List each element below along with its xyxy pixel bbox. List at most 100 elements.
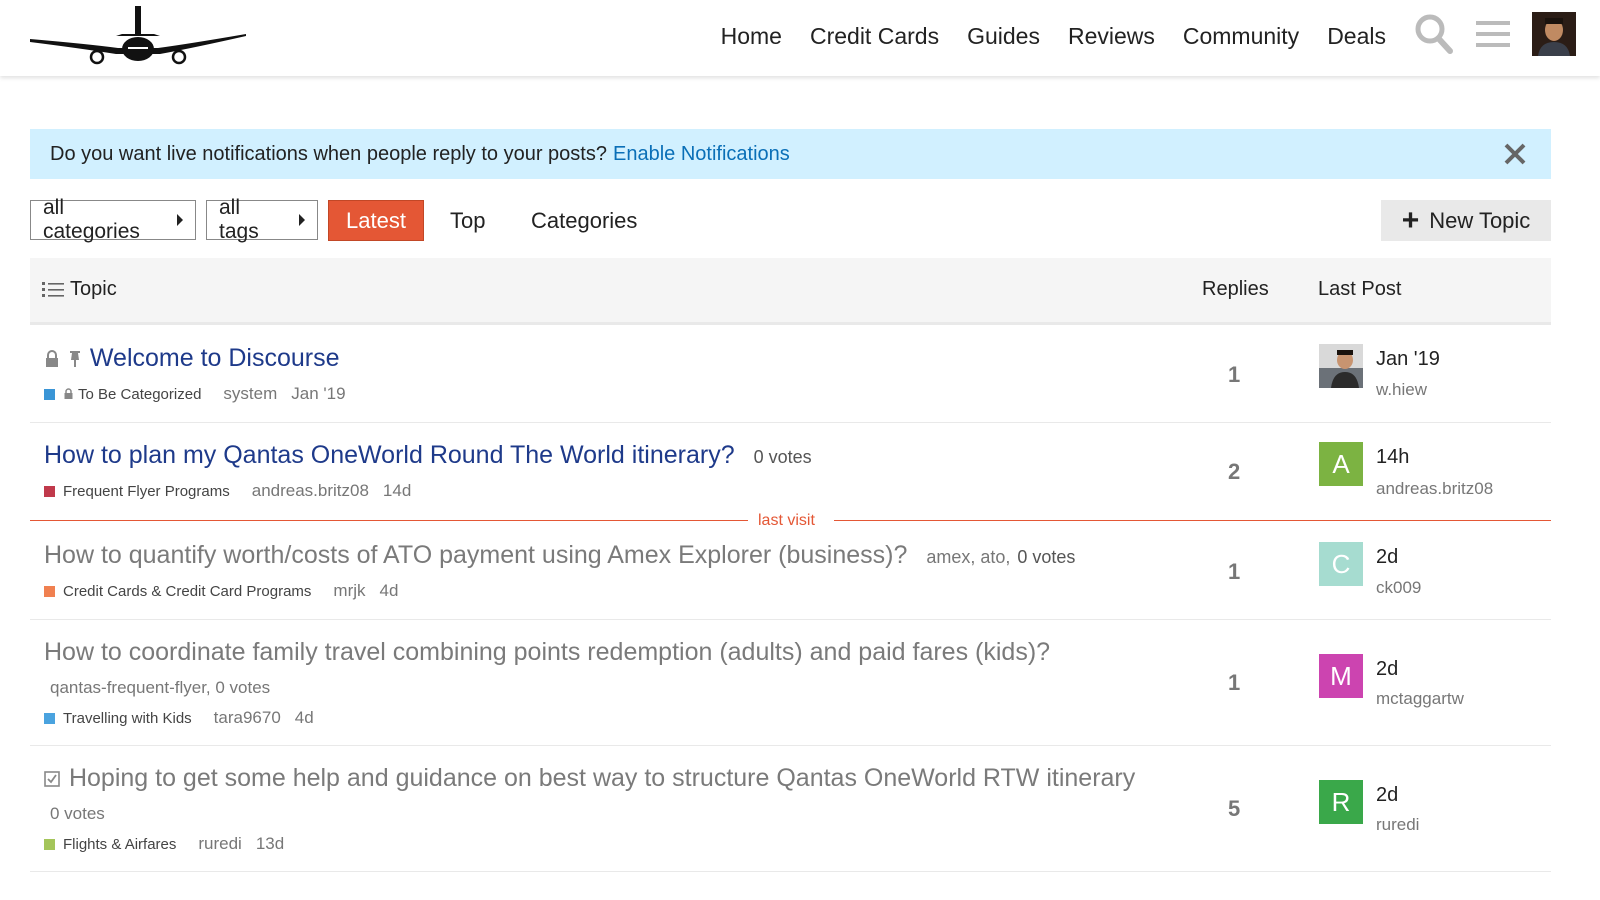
reply-count[interactable]: 1 (1228, 362, 1240, 388)
category-color-square (44, 712, 55, 724)
last-poster-avatar[interactable]: M (1319, 654, 1363, 698)
lock-icon (46, 350, 58, 368)
tags-dropdown-label: all tags (219, 196, 259, 243)
new-topic-button[interactable]: + New Topic (1381, 200, 1551, 241)
last-poster-avatar[interactable]: A (1319, 442, 1363, 486)
tab-top[interactable]: Top (450, 200, 485, 241)
last-post-time[interactable]: 2d (1376, 784, 1398, 807)
category-color-square (44, 585, 55, 597)
last-visit-divider: last visit (30, 512, 1551, 530)
nav-community[interactable]: Community (1183, 23, 1299, 50)
reply-count[interactable]: 2 (1228, 459, 1240, 485)
tags-dropdown[interactable]: all tags (206, 196, 318, 243)
category-badge[interactable]: Travelling with Kids (63, 710, 192, 727)
category-badge[interactable]: Credit Cards & Credit Card Programs (63, 583, 311, 600)
reply-count[interactable]: 1 (1228, 559, 1240, 585)
topic-link[interactable]: Hoping to get some help and guidance on … (69, 764, 1135, 792)
vote-count: 0 votes (753, 447, 812, 467)
last-post-user[interactable]: andreas.britz08 (1376, 479, 1493, 499)
nav-credit-cards[interactable]: Credit Cards (810, 23, 939, 50)
pin-icon (69, 351, 80, 368)
last-post-user[interactable]: mctaggartw (1376, 689, 1464, 709)
topic-row: How to coordinate family travel combinin… (30, 620, 1551, 746)
topic-poster[interactable]: andreas.britz08 (252, 481, 369, 501)
topic-title-row-3: How to quantify worth/costs of ATO payme… (44, 541, 1075, 570)
topic-filter-bar: all categories all tags Latest Top Categ… (30, 196, 1551, 243)
last-poster-avatar[interactable]: R (1319, 780, 1363, 824)
topic-age: Jan '19 (291, 384, 346, 403)
reply-count[interactable]: 5 (1228, 796, 1240, 822)
divider-line (834, 520, 1551, 521)
topic-tags[interactable]: amex, ato, (926, 547, 1015, 567)
category-dropdown[interactable]: all categories (30, 196, 196, 243)
category-color-square (44, 838, 55, 850)
close-icon[interactable] (1503, 142, 1527, 166)
last-post-user[interactable]: ruredi (1376, 815, 1419, 835)
topic-meta-row-5: Flights & Airfares ruredi 13d (44, 834, 298, 854)
topic-poster[interactable]: system (223, 384, 277, 404)
topic-column-header[interactable]: Topic (42, 278, 117, 301)
category-badge[interactable]: Flights & Airfares (63, 836, 176, 853)
last-post-user[interactable]: w.hiew (1376, 380, 1427, 400)
topic-link[interactable]: Welcome to Discourse (90, 344, 340, 372)
caret-right-icon (299, 214, 305, 226)
last-post-column-header[interactable]: Last Post (1318, 278, 1401, 301)
last-visit-label: last visit (758, 512, 815, 529)
last-post-time[interactable]: 2d (1376, 546, 1398, 569)
enable-notifications-link[interactable]: Enable Notifications (613, 143, 790, 166)
nav-home[interactable]: Home (721, 23, 782, 50)
search-icon[interactable] (1414, 13, 1454, 55)
reply-count[interactable]: 1 (1228, 670, 1240, 696)
topic-meta-row-2: Frequent Flyer Programs andreas.britz08 … (44, 481, 425, 501)
topic-meta-row-4: Travelling with Kids tara9670 4d (44, 708, 328, 728)
topic-title-row-2: How to plan my Qantas OneWorld Round The… (44, 441, 812, 470)
user-avatar[interactable] (1532, 12, 1576, 56)
divider-line (30, 520, 748, 521)
last-post-time[interactable]: 14h (1376, 446, 1409, 469)
topic-poster[interactable]: ruredi (198, 834, 241, 854)
tab-latest[interactable]: Latest (328, 200, 424, 241)
topic-poster[interactable]: mrjk (333, 581, 365, 601)
banner-text: Do you want live notifications when peop… (50, 142, 607, 165)
caret-right-icon (177, 214, 183, 226)
main-nav: Home Credit Cards Guides Reviews Communi… (721, 0, 1386, 72)
topic-title-row-4: How to coordinate family travel combinin… (44, 638, 1050, 667)
topic-row: How to plan my Qantas OneWorld Round The… (30, 423, 1551, 511)
replies-column-header[interactable]: Replies (1202, 278, 1269, 301)
topic-age: 4d (294, 708, 314, 727)
topic-link[interactable]: How to coordinate family travel combinin… (44, 638, 1050, 666)
nav-guides[interactable]: Guides (967, 23, 1040, 50)
header-icons (1414, 12, 1576, 56)
topic-meta-row-3: Credit Cards & Credit Card Programs mrjk… (44, 581, 412, 601)
last-post-time[interactable]: 2d (1376, 658, 1398, 681)
last-poster-avatar[interactable]: C (1319, 542, 1363, 586)
topic-age: 4d (379, 581, 399, 600)
nav-deals[interactable]: Deals (1327, 23, 1386, 50)
topic-poster[interactable]: tara9670 (214, 708, 281, 728)
last-post-user[interactable]: ck009 (1376, 578, 1421, 598)
topic-link[interactable]: How to quantify worth/costs of ATO payme… (44, 541, 907, 569)
nav-reviews[interactable]: Reviews (1068, 23, 1155, 50)
vote-count: 0 votes (1017, 547, 1076, 567)
topic-title-row-5: Hoping to get some help and guidance on … (44, 764, 1135, 793)
topic-title-row-1: Welcome to Discourse (44, 344, 340, 373)
notification-banner: Do you want live notifications when peop… (30, 129, 1551, 179)
topic-tags[interactable]: qantas-frequent-flyer, 0 votes (50, 678, 270, 698)
site-logo-airplane[interactable] (28, 4, 250, 66)
plus-icon: + (1401, 203, 1420, 237)
tab-categories[interactable]: Categories (531, 200, 637, 241)
hamburger-menu-icon[interactable] (1476, 19, 1510, 49)
topic-list-header: Topic Replies Last Post (30, 258, 1551, 325)
site-header: Home Credit Cards Guides Reviews Communi… (0, 0, 1600, 76)
last-post-time[interactable]: Jan '19 (1376, 348, 1440, 371)
topic-row: How to quantify worth/costs of ATO payme… (30, 531, 1551, 620)
topic-header-label: Topic (70, 278, 117, 300)
last-poster-avatar[interactable] (1319, 344, 1363, 388)
topic-age: 14d (382, 481, 412, 500)
lock-icon (64, 388, 73, 399)
topic-link[interactable]: How to plan my Qantas OneWorld Round The… (44, 441, 735, 469)
category-badge[interactable]: To Be Categorized (78, 386, 201, 403)
category-badge[interactable]: Frequent Flyer Programs (63, 483, 230, 500)
topic-row: Hoping to get some help and guidance on … (30, 746, 1551, 872)
topic-row: Welcome to Discourse To Be Categorized s… (30, 324, 1551, 423)
